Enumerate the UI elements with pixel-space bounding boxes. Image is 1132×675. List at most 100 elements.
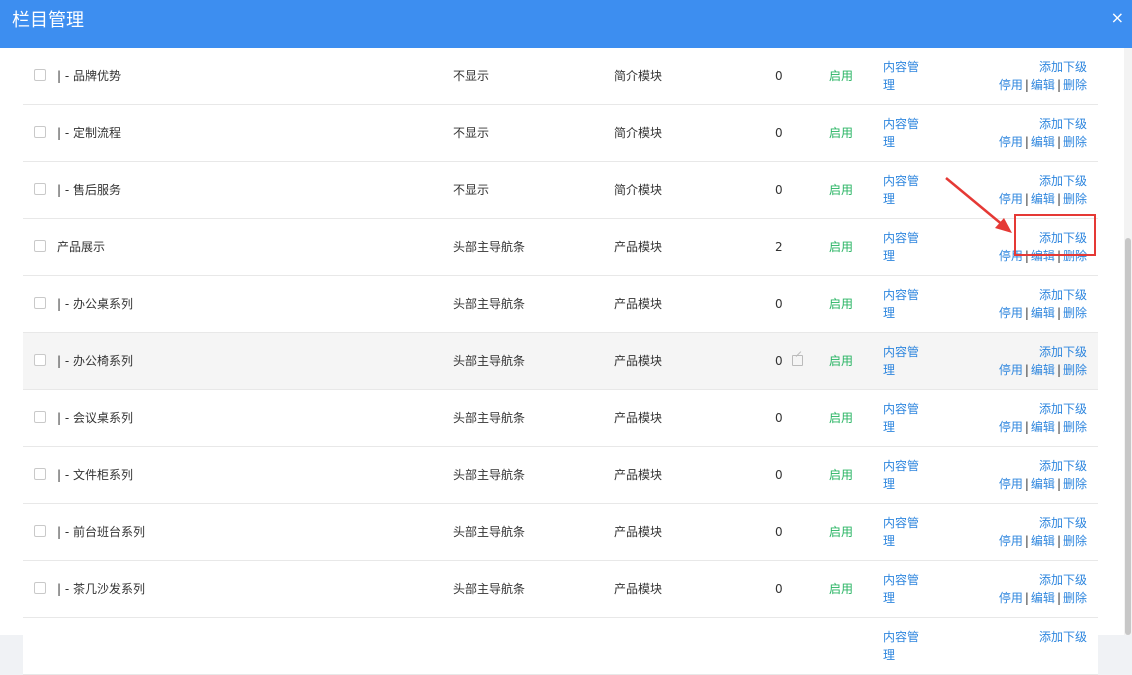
add-child-link[interactable]: 添加下级 — [1039, 345, 1087, 359]
nav-position: 头部主导航条 — [453, 468, 526, 482]
content-manage-link[interactable]: 内容管理 — [883, 402, 919, 434]
content-manage-link[interactable]: 内容管理 — [883, 573, 919, 605]
row-checkbox[interactable] — [34, 183, 46, 195]
separator: | — [1024, 363, 1029, 377]
disable-link[interactable]: 停用 — [999, 135, 1023, 149]
content-manage-link[interactable]: 内容管理 — [883, 117, 919, 149]
content-manage-link[interactable]: 内容管理 — [883, 174, 919, 206]
delete-link[interactable]: 删除 — [1063, 420, 1087, 434]
category-name: | - 售后服务 — [57, 183, 122, 197]
edit-link[interactable]: 编辑 — [1031, 477, 1055, 491]
status-badge: 启用 — [829, 69, 854, 83]
category-name: | - 茶几沙发系列 — [57, 582, 146, 596]
separator: | — [1024, 78, 1029, 92]
edit-link[interactable]: 编辑 — [1031, 591, 1055, 605]
delete-link[interactable]: 删除 — [1063, 135, 1087, 149]
close-icon[interactable]: × — [1111, 10, 1124, 26]
table-row: | - 品牌优势 不显示 简介模块 0 启用 内容管理 添加下级 停用 | 编辑 | 删除 — [23, 48, 1098, 105]
table-row: 内容管理 添加下级 — [23, 618, 1098, 675]
separator: | — [1056, 192, 1061, 206]
disable-link[interactable]: 停用 — [999, 420, 1023, 434]
add-child-link[interactable]: 添加下级 — [1039, 174, 1087, 188]
module-type: 简介模块 — [614, 183, 663, 197]
module-type: 产品模块 — [614, 411, 663, 425]
nav-position: 头部主导航条 — [453, 240, 526, 254]
delete-link[interactable]: 删除 — [1063, 477, 1087, 491]
separator: | — [1056, 420, 1061, 434]
content-manage-link[interactable]: 内容管理 — [883, 345, 919, 377]
row-actions: 添加下级 — [973, 628, 1087, 646]
add-child-link[interactable]: 添加下级 — [1039, 459, 1087, 473]
edit-link[interactable]: 编辑 — [1031, 135, 1055, 149]
row-checkbox[interactable] — [34, 297, 46, 309]
edit-link[interactable]: 编辑 — [1031, 306, 1055, 320]
module-type: 产品模块 — [614, 525, 663, 539]
table-row: 产品展示 头部主导航条 产品模块 2 启用 内容管理 添加下级 停用 | 编辑 | 删除 — [23, 219, 1098, 276]
edit-link[interactable]: 编辑 — [1031, 363, 1055, 377]
row-checkbox[interactable] — [34, 354, 46, 366]
disable-link[interactable]: 停用 — [999, 591, 1023, 605]
sort-value: 0 — [775, 69, 783, 83]
disable-link[interactable]: 停用 — [999, 534, 1023, 548]
separator: | — [1024, 192, 1029, 206]
dialog-title: 栏目管理 — [12, 10, 84, 31]
scrollbar-thumb[interactable] — [1125, 238, 1131, 635]
category-name: 产品展示 — [57, 240, 106, 254]
row-checkbox[interactable] — [34, 468, 46, 480]
table-row: | - 办公桌系列 头部主导航条 产品模块 0 启用 内容管理 添加下级 停用 | 编辑 | 删除 — [23, 276, 1098, 333]
row-actions: 添加下级 停用 | 编辑 | 删除 — [973, 571, 1087, 607]
table-row: | - 会议桌系列 头部主导航条 产品模块 0 启用 内容管理 添加下级 停用 | 编辑 | 删除 — [23, 390, 1098, 447]
sort-value: 2 — [775, 240, 783, 254]
content-manage-link[interactable]: 内容管理 — [883, 459, 919, 491]
add-child-link[interactable]: 添加下级 — [1039, 516, 1087, 530]
content-manage-link[interactable]: 内容管理 — [883, 231, 919, 263]
status-badge: 启用 — [829, 297, 854, 311]
sort-value: 0 — [775, 468, 783, 482]
edit-sort-icon[interactable] — [792, 355, 803, 366]
edit-link[interactable]: 编辑 — [1031, 534, 1055, 548]
module-type: 产品模块 — [614, 297, 663, 311]
delete-link[interactable]: 删除 — [1063, 534, 1087, 548]
delete-link[interactable]: 删除 — [1063, 591, 1087, 605]
content-manage-link[interactable]: 内容管理 — [883, 516, 919, 548]
separator: | — [1024, 306, 1029, 320]
dialog-titlebar: 栏目管理 × — [0, 0, 1132, 48]
sort-value: 0 — [775, 126, 783, 140]
add-child-link[interactable]: 添加下级 — [1039, 573, 1087, 587]
add-child-link[interactable]: 添加下级 — [1039, 288, 1087, 302]
add-child-link[interactable]: 添加下级 — [1039, 630, 1087, 644]
delete-link[interactable]: 删除 — [1063, 363, 1087, 377]
nav-position: 不显示 — [453, 126, 490, 140]
row-actions: 添加下级 停用 | 编辑 | 删除 — [973, 58, 1087, 94]
category-name: | - 会议桌系列 — [57, 411, 134, 425]
edit-link[interactable]: 编辑 — [1031, 192, 1055, 206]
row-checkbox[interactable] — [34, 240, 46, 252]
row-checkbox[interactable] — [34, 582, 46, 594]
disable-link[interactable]: 停用 — [999, 477, 1023, 491]
edit-link[interactable]: 编辑 — [1031, 420, 1055, 434]
disable-link[interactable]: 停用 — [999, 306, 1023, 320]
row-checkbox[interactable] — [34, 126, 46, 138]
disable-link[interactable]: 停用 — [999, 363, 1023, 377]
separator: | — [1056, 591, 1061, 605]
separator: | — [1024, 591, 1029, 605]
content-manage-link[interactable]: 内容管理 — [883, 60, 919, 92]
add-child-link[interactable]: 添加下级 — [1039, 402, 1087, 416]
disable-link[interactable]: 停用 — [999, 78, 1023, 92]
disable-link[interactable]: 停用 — [999, 192, 1023, 206]
delete-link[interactable]: 删除 — [1063, 306, 1087, 320]
delete-link[interactable]: 删除 — [1063, 192, 1087, 206]
separator: | — [1024, 477, 1029, 491]
row-checkbox[interactable] — [34, 411, 46, 423]
content-manage-link[interactable]: 内容管理 — [883, 288, 919, 320]
separator: | — [1056, 363, 1061, 377]
delete-link[interactable]: 删除 — [1063, 78, 1087, 92]
nav-position: 头部主导航条 — [453, 411, 526, 425]
add-child-link[interactable]: 添加下级 — [1039, 117, 1087, 131]
add-child-link[interactable]: 添加下级 — [1039, 60, 1087, 74]
row-checkbox[interactable] — [34, 525, 46, 537]
status-badge: 启用 — [829, 468, 854, 482]
status-badge: 启用 — [829, 354, 854, 368]
edit-link[interactable]: 编辑 — [1031, 78, 1055, 92]
row-checkbox[interactable] — [34, 69, 46, 81]
